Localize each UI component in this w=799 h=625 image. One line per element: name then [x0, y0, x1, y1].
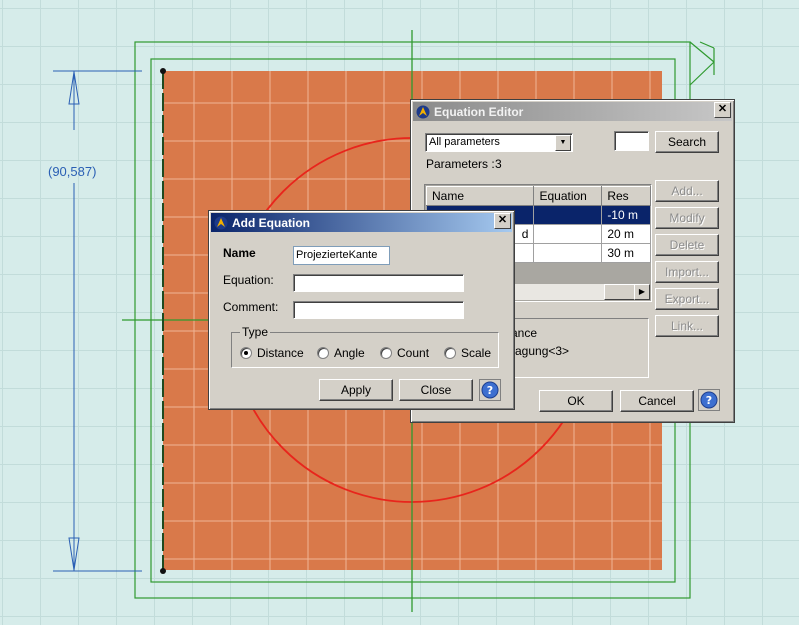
apply-button[interactable]: Apply — [319, 379, 393, 401]
radio-icon[interactable] — [380, 347, 392, 359]
edge-endpoint — [160, 68, 166, 74]
column-header-equation[interactable]: Equation — [533, 186, 603, 206]
link-button[interactable]: Link... — [655, 315, 719, 337]
corner-cross-line — [689, 41, 715, 63]
parameter-filter-value: All parameters — [429, 136, 500, 148]
svg-text:?: ? — [706, 394, 712, 407]
name-field[interactable]: ProjezierteKante — [293, 246, 390, 265]
comment-field[interactable] — [293, 301, 464, 319]
type-group-label: Type — [240, 325, 271, 339]
close-button[interactable]: Close — [399, 379, 473, 401]
type-group: Type Distance Angle Count Scale — [231, 325, 499, 368]
type-label-distance: Distance — [257, 346, 304, 360]
chevron-down-icon[interactable]: ▼ — [555, 135, 571, 151]
type-radio-distance[interactable]: Distance — [240, 346, 304, 360]
cell-equation[interactable] — [533, 205, 603, 225]
type-radio-scale[interactable]: Scale — [444, 346, 491, 360]
export-button[interactable]: Export... — [655, 288, 719, 310]
close-icon[interactable]: ✕ — [494, 213, 511, 229]
description-line: ragung<3> — [511, 344, 570, 358]
name-label: Name — [223, 246, 256, 260]
parameters-count: 3 — [495, 157, 502, 171]
help-icon[interactable]: ? — [479, 379, 501, 401]
equation-field[interactable] — [293, 274, 464, 292]
parameter-filter-select[interactable]: All parameters ▼ — [425, 133, 573, 152]
cell-result[interactable]: -10 m — [601, 205, 651, 225]
equation-editor-title: Equation Editor — [434, 104, 524, 119]
column-header-result[interactable]: Res — [601, 186, 651, 206]
corner-cross-line — [699, 41, 715, 49]
comment-label: Comment: — [223, 300, 279, 314]
delete-button[interactable]: Delete — [655, 234, 719, 256]
table-header-row: Name Equation Res — [425, 186, 651, 206]
add-equation-title: Add Equation — [232, 215, 310, 230]
import-button[interactable]: Import... — [655, 261, 719, 283]
add-equation-titlebar[interactable]: Add Equation — [211, 213, 512, 232]
column-header-name[interactable]: Name — [425, 186, 535, 206]
radio-icon[interactable] — [317, 347, 329, 359]
modify-button[interactable]: Modify — [655, 207, 719, 229]
corner-cross-line — [689, 61, 715, 86]
add-equation-dialog: Add Equation ✕ Name ProjezierteKante Equ… — [208, 210, 515, 410]
equation-label: Equation: — [223, 273, 274, 287]
type-label-count: Count — [397, 346, 430, 360]
equation-editor-titlebar[interactable]: Equation Editor — [413, 102, 732, 121]
type-radio-count[interactable]: Count — [380, 346, 429, 360]
cell-equation[interactable] — [533, 243, 603, 263]
search-button[interactable]: Search — [655, 131, 719, 153]
search-input[interactable] — [614, 131, 649, 151]
add-button[interactable]: Add... — [655, 180, 719, 202]
parameters-label: Parameters : — [426, 157, 495, 171]
edge-endpoint — [160, 568, 166, 574]
cell-result[interactable]: 20 m — [601, 224, 651, 244]
close-icon[interactable]: ✕ — [714, 102, 731, 118]
type-radio-angle[interactable]: Angle — [317, 346, 365, 360]
app-logo-icon — [214, 216, 228, 229]
help-icon[interactable]: ? — [698, 389, 720, 411]
type-label-scale: Scale — [461, 346, 492, 360]
radio-selected-icon[interactable] — [240, 347, 252, 359]
type-label-angle: Angle — [334, 346, 365, 360]
ok-button[interactable]: OK — [539, 390, 613, 412]
radio-icon[interactable] — [444, 347, 456, 359]
name-field-value: ProjezierteKante — [296, 249, 378, 261]
app-logo-icon — [416, 105, 430, 118]
cancel-button[interactable]: Cancel — [620, 390, 694, 412]
chevron-right-icon[interactable]: ▶ — [634, 284, 650, 300]
svg-text:?: ? — [487, 384, 493, 397]
cell-result[interactable]: 30 m — [601, 243, 651, 263]
cell-equation[interactable] — [533, 224, 603, 244]
dimension-label[interactable]: (90,587) — [48, 164, 96, 179]
